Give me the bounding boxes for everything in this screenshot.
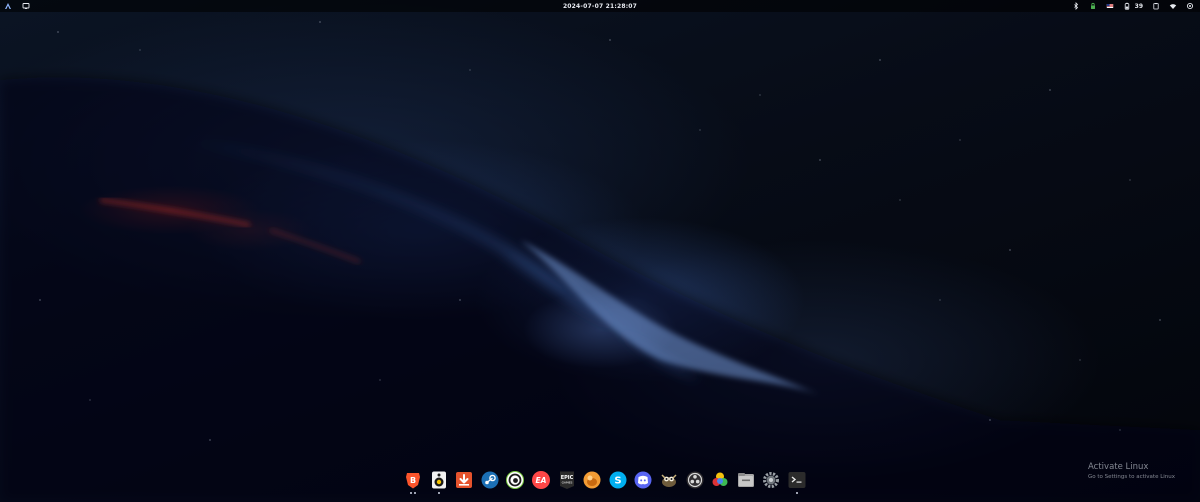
dock-item-files[interactable] [736, 470, 756, 496]
obs-icon[interactable] [685, 470, 705, 490]
dock-item-orange-app[interactable] [582, 470, 602, 496]
dock-item-ubisoft[interactable] [505, 470, 525, 496]
nebula-wallpaper-art [0, 21, 1200, 502]
activation-title: Activate Linux [1088, 462, 1149, 472]
orange-app-icon[interactable] [582, 470, 602, 490]
top-panel: 2024-07-07 21:28:07 39 [0, 0, 1200, 12]
vpn-icon[interactable] [1089, 2, 1097, 10]
dock-item-gimp[interactable] [659, 470, 679, 496]
activation-subtitle: Go to Settings to activate Linux [1088, 474, 1176, 480]
dock-item-discord[interactable] [633, 470, 653, 496]
dock-item-brave[interactable]: B [403, 470, 423, 496]
epic-games-icon[interactable]: EPIC GAMES [557, 470, 577, 490]
discord-icon[interactable] [633, 470, 653, 490]
battery-icon[interactable] [1123, 2, 1131, 10]
steam-icon[interactable] [480, 470, 500, 490]
clipboard-icon[interactable] [1152, 2, 1160, 10]
power-icon[interactable] [1186, 2, 1194, 10]
desktop-wallpaper: 2024-07-07 21:28:07 39 B EA EPIC GAMES S… [0, 0, 1200, 502]
dock-item-ea[interactable]: EA [531, 470, 551, 496]
dock-item-settings[interactable] [761, 470, 781, 496]
brave-icon[interactable]: B [403, 470, 423, 490]
running-indicator [795, 492, 798, 494]
skype-icon[interactable]: S [608, 470, 628, 490]
files-icon[interactable] [736, 470, 756, 490]
clock[interactable]: 2024-07-07 21:28:07 [563, 3, 637, 10]
dock-item-epic-games[interactable]: EPIC GAMES [557, 470, 577, 496]
gimp-icon[interactable] [659, 470, 679, 490]
dock-item-skype[interactable]: S [608, 470, 628, 496]
keyboard-flag-icon[interactable] [1106, 2, 1114, 10]
rhythmbox-icon[interactable] [429, 470, 449, 490]
dock-item-obs[interactable] [685, 470, 705, 496]
dock-item-steam[interactable] [480, 470, 500, 496]
settings-icon[interactable] [761, 470, 781, 490]
dock: B EA EPIC GAMES S [403, 470, 807, 498]
download-icon[interactable] [454, 470, 474, 490]
dock-item-color-picker[interactable] [710, 470, 730, 496]
brave-glyph: B [410, 476, 416, 485]
battery-percent: 39 [1134, 2, 1143, 10]
color-picker-icon[interactable] [710, 470, 730, 490]
dock-item-terminal[interactable] [787, 470, 807, 496]
running-indicator [437, 492, 440, 494]
ea-icon[interactable]: EA [531, 470, 551, 490]
skype-glyph: S [614, 476, 621, 487]
activation-watermark: Activate Linux Go to Settings to activat… [1088, 462, 1175, 480]
terminal-icon[interactable] [787, 470, 807, 490]
epic-glyph-line2: GAMES [561, 481, 572, 485]
ea-glyph: EA [536, 476, 547, 485]
ubisoft-icon[interactable] [505, 470, 525, 490]
dock-item-rhythmbox[interactable] [429, 470, 449, 496]
bluetooth-icon[interactable] [1072, 2, 1080, 10]
running-indicator [414, 492, 416, 494]
dock-item-downloader[interactable] [454, 470, 474, 496]
running-indicator [410, 492, 412, 494]
wifi-icon[interactable] [1169, 2, 1177, 10]
